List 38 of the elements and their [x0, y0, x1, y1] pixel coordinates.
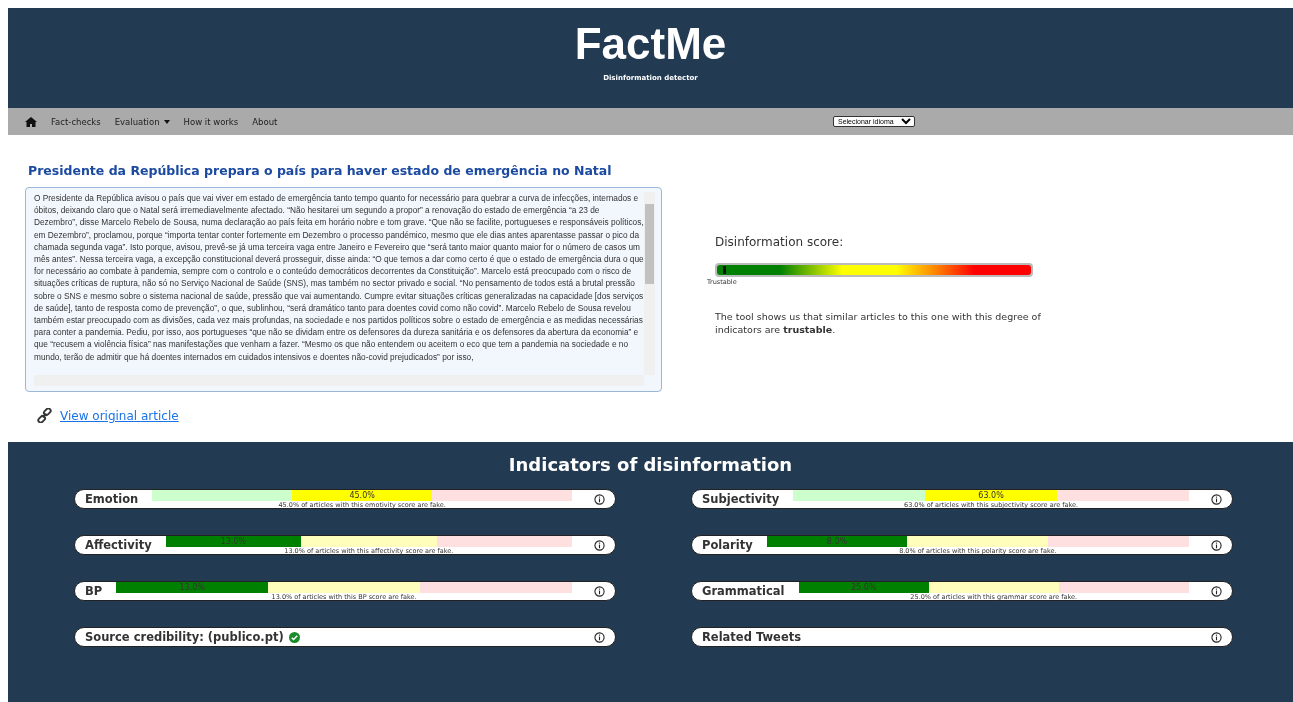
indicator-label: Grammatical	[702, 584, 785, 598]
indicator-label: Source credibility: (publico.pt)	[85, 630, 284, 644]
score-label: Disinformation score:	[715, 235, 845, 249]
info-icon[interactable]	[1211, 539, 1222, 551]
indicator-label: BP	[85, 584, 103, 598]
segment-value: 45.0%	[349, 490, 375, 501]
segment-value: 25.0%	[850, 582, 877, 593]
nav-link[interactable]: How it works	[183, 116, 239, 127]
score-explanation: The tool shows us that similar articles to this one with this degree of indicators are trustable.	[715, 310, 1042, 336]
info-icon[interactable]	[594, 585, 605, 597]
view-original-link[interactable]: View original article	[60, 408, 179, 423]
indicator-label: Related Tweets	[702, 630, 802, 644]
article-title: Presidente da República prepara o país para haver estado de emergência no Natal	[28, 163, 613, 178]
link-icon	[37, 408, 52, 423]
site-title: FactMe	[574, 18, 727, 70]
vertical-scrollbar[interactable]	[644, 192, 655, 375]
home-icon[interactable]	[25, 116, 37, 127]
nav-link[interactable]: Fact-checks	[51, 116, 101, 127]
indicators-title: Indicators of disinformation	[508, 454, 793, 475]
segment-value: 8.0%	[826, 536, 848, 547]
indicator-label: Emotion	[85, 492, 139, 506]
info-icon[interactable]	[594, 539, 605, 551]
caret-icon	[163, 119, 170, 124]
segment-value: 13.0%	[179, 582, 205, 593]
indicator-label: Affectivity	[85, 538, 152, 552]
nav-link[interactable]: About	[252, 116, 278, 127]
nav-link[interactable]: Evaluation	[114, 116, 170, 127]
info-icon[interactable]	[1211, 631, 1222, 643]
segment-value: 63.0%	[978, 490, 1004, 501]
segment-value: 13.0%	[220, 536, 247, 547]
info-icon[interactable]	[1211, 585, 1222, 597]
info-icon[interactable]	[594, 631, 605, 643]
indicator-label: Polarity	[702, 538, 753, 552]
info-icon[interactable]	[594, 493, 605, 505]
info-icon[interactable]	[1211, 493, 1222, 505]
indicator-label: Subjectivity	[702, 492, 780, 506]
article-text: O Presidente da República avisou o país que vai viver em estado de emergência tanto tempo quanto for necessário para quebrar a curva de infecções, internados e óbitos, deixando claro que o Natal será irremediavelmente afectado. “Não hesitarei um segundo a propor” a renovação do estado de emergência “a 23 de Dezembro”, disse Marcelo Rebelo de Sousa, numa declaração ao país feita em horário nobre e tom grave. “Que não se facilite, portugueses e responsáveis políticos, em Dezembro”, proclamou, porque “importa tentar conter fortemente em Dezembro o processo pandémico, mesmo que ele dias antes aparentasse passar o pico da chamada segunda vaga”. Isto porque, avisou, prevê-se já uma terceira vaga entre Janeiro e Fevereiro que “será tanto maior quanto maior for o número de casos um mês antes”. Nessa terceira vaga, a excepção constitucional deverá prosseguir, disse ainda: “O que temos a dar como certo é que o estado de emergência dura o que for necessário ao combate à pandemia, sempre com o controlo e o conteúdo democráticos decorrentes da Constituição”. Marcelo está preocupado com o risco de situações críticas de ruptura, não só no Serviço Nacional de Saúde (SNS), mas também no sector privado e social. “No pensamento de todos está a brutal pressão sobre o SNS e mesmo sobre o sistema nacional de saúde, pressão que vai aumentando. Cumpre evitar situações críticas generalizadas na capacidade [dos serviços de saúde], tanto de resposta como de prevenção”, o que, sublinhou, “será dramático tanto para doentes covid como não covid”. Marcelo Rebelo de Sousa revelou também estar preocupado com as divisões, cada vez mais profundas, na sociedade e nos partidos políticos sobre o estado de emergência e as medidas necessárias para conter a pandemia. Pediu, por isso, aos portugueses “que não se dividam entre os defensores da dureza sanitária e os defensores da abertura da economia” e que “recusem a violência física” nas manifestações que venham a fazer. “Mesmo os que não entendem ou aceitem o eco que tem a pandemia na sociedade e no mundo, terão de admitir que há doentes internados em cuidados intensivos e doentes não-covid prejudicados” por isso,	[34, 192, 644, 364]
article-text-box[interactable]	[25, 187, 662, 392]
